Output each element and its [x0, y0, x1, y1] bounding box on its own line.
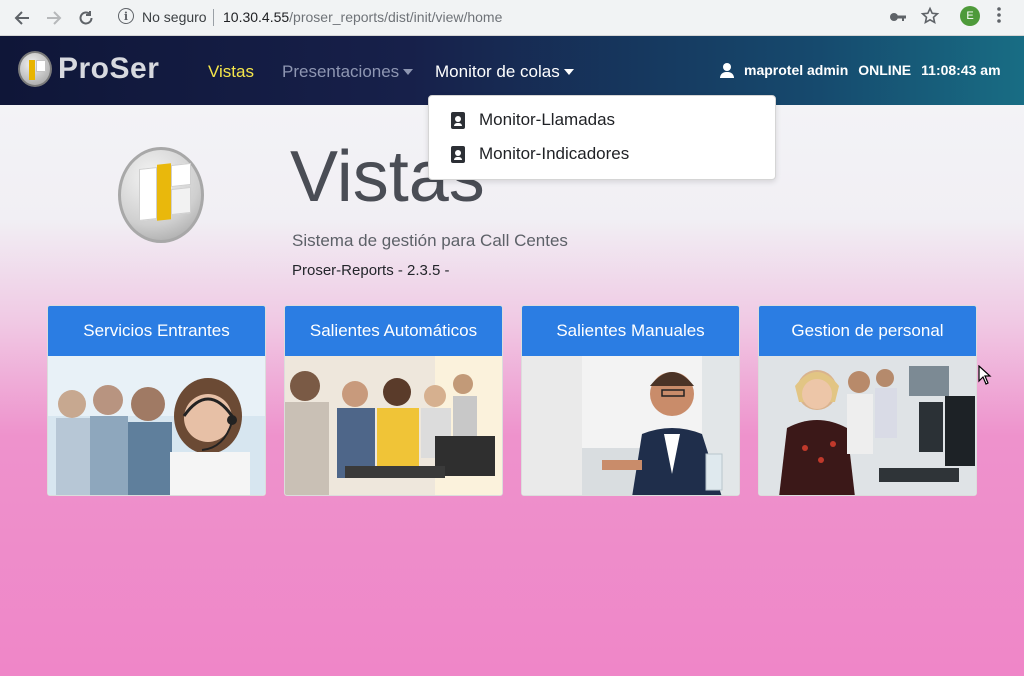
security-label[interactable]: No seguro	[142, 9, 207, 25]
card-gestion-de-personal[interactable]: Gestion de personal	[758, 305, 977, 496]
call-center-photo[interactable]	[522, 356, 739, 495]
user-info[interactable]: maprotel admin ONLINE 11:08:43 am	[720, 62, 1001, 78]
back-arrow-icon[interactable]	[8, 4, 36, 32]
address-separator	[213, 9, 214, 26]
card-servicios-entrantes[interactable]: Servicios Entrantes	[47, 305, 266, 496]
profile-avatar[interactable]: E	[960, 6, 980, 26]
card-salientes-automaticos[interactable]: Salientes Automáticos	[284, 305, 503, 496]
card-salientes-manuales[interactable]: Salientes Manuales	[521, 305, 740, 496]
mouse-cursor-icon	[978, 364, 992, 390]
kebab-menu-icon[interactable]	[996, 6, 1002, 28]
clock-time: 11:08:43 am	[921, 62, 1001, 78]
info-icon[interactable]: i	[118, 8, 134, 24]
call-center-photo[interactable]	[285, 356, 502, 495]
menu-item-label: Monitor-Indicadores	[479, 144, 630, 163]
monitor-dropdown-menu: Monitor-Llamadas Monitor-Indicadores	[428, 95, 776, 180]
nav-presentaciones[interactable]: Presentaciones	[282, 62, 414, 82]
card-title[interactable]: Gestion de personal	[759, 306, 976, 356]
call-center-photo[interactable]	[759, 356, 976, 495]
main-content: Vistas Sistema de gestión para Call Cent…	[0, 105, 1024, 676]
browser-toolbar: i No seguro 10.30.4.55/proser_reports/di…	[0, 0, 1024, 36]
nav-vistas[interactable]: Vistas	[208, 62, 254, 82]
call-center-photo[interactable]	[48, 356, 265, 495]
card-title[interactable]: Salientes Automáticos	[285, 306, 502, 356]
caret-down-icon	[403, 68, 414, 75]
key-icon[interactable]	[888, 7, 908, 32]
card-title[interactable]: Servicios Entrantes	[48, 306, 265, 356]
nav-monitor-de-colas[interactable]: Monitor de colas	[435, 62, 574, 82]
card-title[interactable]: Salientes Manuales	[522, 306, 739, 356]
url-host: 10.30.4.55	[223, 9, 290, 25]
menu-item-label: Monitor-Llamadas	[479, 110, 616, 129]
contact-badge-icon	[451, 111, 465, 129]
address-bar[interactable]: 10.30.4.55/proser_reports/dist/init/view…	[223, 9, 502, 25]
page-subtitle: Sistema de gestión para Call Centes	[292, 231, 568, 250]
module-cards: Servicios Entrantes Salientes Automático…	[47, 305, 977, 496]
caret-down-icon	[563, 68, 574, 75]
proser-emblem-icon	[118, 147, 204, 243]
url-path: /proser_reports/dist/init/view/home	[289, 9, 503, 25]
user-name: maprotel admin	[744, 62, 849, 78]
forward-arrow-icon[interactable]	[40, 4, 68, 32]
menu-item-monitor-llamadas[interactable]: Monitor-Llamadas	[429, 104, 775, 136]
user-status: ONLINE	[858, 62, 912, 78]
reload-icon[interactable]	[72, 4, 100, 32]
proser-logo[interactable]: ProSer	[18, 51, 159, 87]
user-icon	[720, 62, 734, 78]
version-label: Proser-Reports - 2.3.5 -	[292, 262, 450, 279]
menu-item-monitor-indicadores[interactable]: Monitor-Indicadores	[429, 138, 775, 170]
proser-logo-icon	[18, 51, 52, 87]
logo-text: ProSer	[58, 52, 160, 85]
contact-badge-icon	[451, 145, 465, 163]
star-icon[interactable]	[920, 6, 940, 31]
